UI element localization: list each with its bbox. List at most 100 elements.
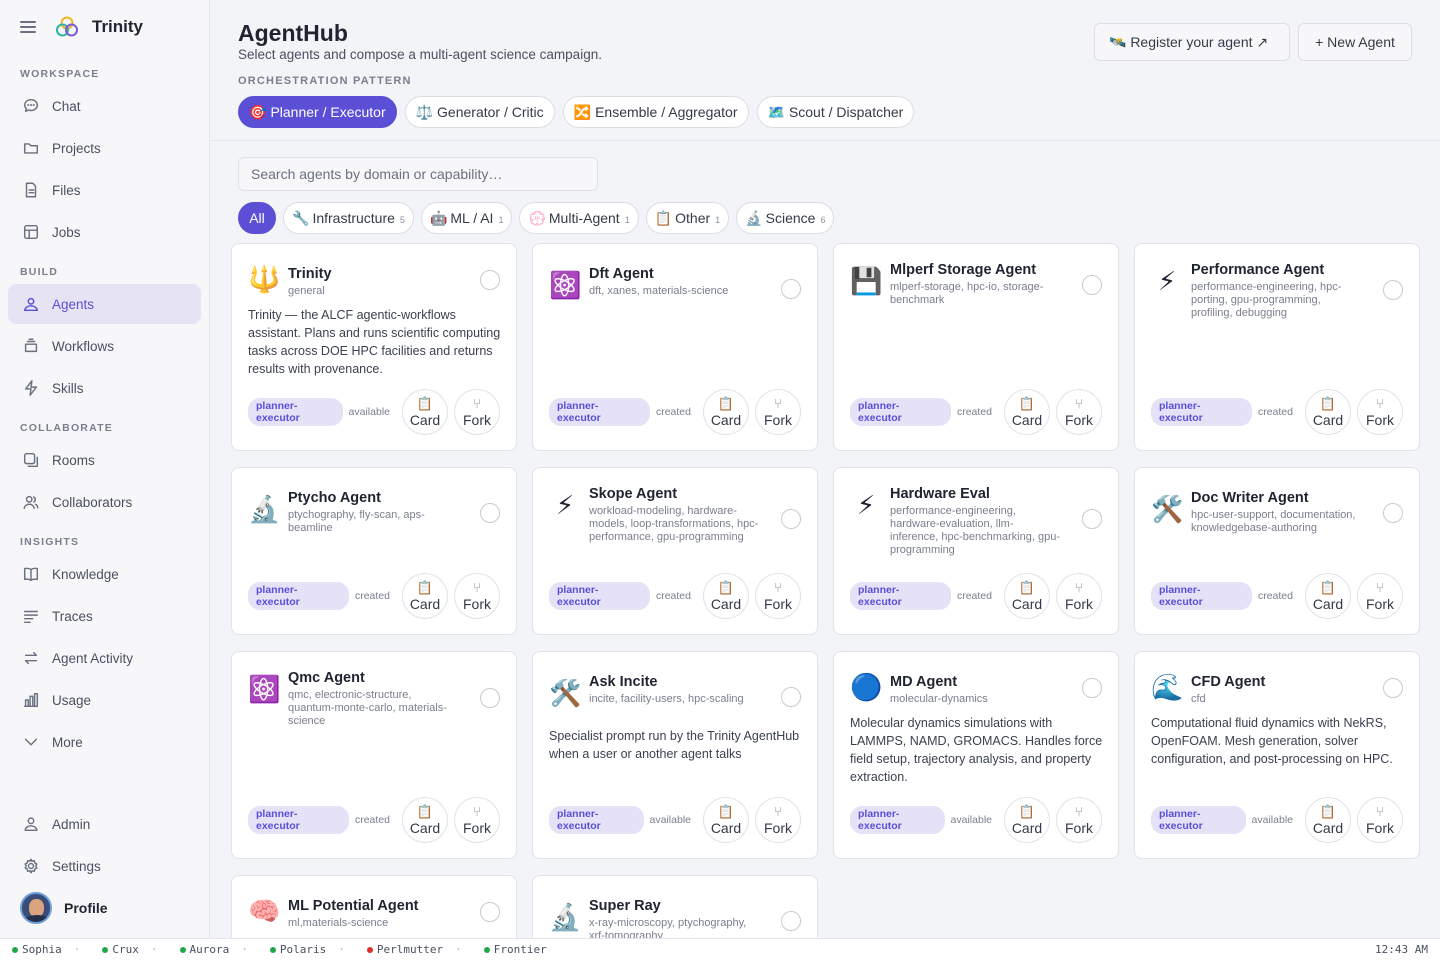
fork-button[interactable]: ⑂ Fork [755, 573, 801, 619]
system-status-crux[interactable]: Crux [102, 943, 139, 956]
agent-card[interactable]: ⚛️ Dft Agent dft, xanes, materials-science… [532, 243, 818, 451]
menu-icon[interactable] [20, 21, 36, 33]
sidebar-item-files[interactable]: Files [8, 170, 201, 210]
agent-card[interactable]: 🧠 ML Potential Agent ml,materials-science [231, 875, 517, 938]
agent-card[interactable]: ⚛️ Qmc Agent qmc, electronic-structure, qu… [231, 651, 517, 859]
sidebar-item-jobs[interactable]: Jobs [8, 212, 201, 252]
system-status-polaris[interactable]: Polaris [269, 943, 326, 956]
agent-status: available [348, 406, 390, 418]
sidebar-item-workflows[interactable]: Workflows [8, 326, 201, 366]
pattern-planner-executor[interactable]: 🎯 Planner / Executor [238, 96, 397, 128]
sidebar-item-settings[interactable]: Settings [8, 846, 201, 886]
sidebar-item-agent-activity[interactable]: Agent Activity [8, 638, 201, 678]
pattern-scout-dispatcher[interactable]: 🗺️ Scout / Dispatcher [756, 96, 915, 128]
card-button[interactable]: 📋 Card [1004, 573, 1050, 619]
system-status-aurora[interactable]: Aurora [179, 943, 229, 956]
fork-button[interactable]: ⑂ Fork [454, 573, 500, 619]
agent-tags: performance-engineering, hpc-porting, gp… [1191, 281, 1342, 319]
filter-other[interactable]: 📋 Other 1 [645, 202, 730, 234]
agent-card[interactable]: ⚡ Hardware Eval performance-engineering, h… [833, 467, 1119, 635]
agent-select-radio[interactable] [781, 687, 801, 707]
card-button[interactable]: 📋 Card [402, 797, 448, 843]
agent-select-radio[interactable] [1383, 503, 1403, 523]
agent-card[interactable]: 🔬 Super Ray x-ray-microscopy, ptychography… [532, 875, 818, 938]
card-button[interactable]: 📋 Card [703, 389, 749, 435]
fork-button[interactable]: ⑂ Fork [454, 389, 500, 435]
sidebar-item-label: Settings [52, 858, 101, 874]
agent-status: created [956, 406, 992, 418]
fork-icon: ⑂ [473, 803, 481, 819]
sidebar-item-collaborators[interactable]: Collaborators [8, 482, 201, 522]
card-button[interactable]: 📋 Card [1305, 389, 1351, 435]
fork-button[interactable]: ⑂ Fork [755, 389, 801, 435]
agent-select-radio[interactable] [480, 270, 500, 290]
sidebar-item-rooms[interactable]: Rooms [8, 440, 201, 480]
fork-button[interactable]: ⑂ Fork [1056, 797, 1102, 843]
filter-infrastructure[interactable]: 🔧 Infrastructure 5 [283, 202, 414, 234]
agent-select-radio[interactable] [781, 911, 801, 931]
filter-science[interactable]: 🔬 Science 6 [736, 202, 835, 234]
agent-card[interactable]: ⚡ Performance Agent performance-engineerin… [1134, 243, 1420, 451]
agent-select-radio[interactable] [1082, 678, 1102, 698]
new-agent-button[interactable]: + New Agent [1298, 23, 1412, 61]
agent-card[interactable]: 🛠️ Ask Incite incite, facility-users, hpc-… [532, 651, 818, 859]
status-dot [12, 946, 18, 953]
agent-select-radio[interactable] [781, 279, 801, 299]
register-agent-button[interactable]: 🛰️ Register your agent ↗ [1094, 23, 1290, 61]
pattern-ensemble-aggregator[interactable]: 🔀 Ensemble / Aggregator [562, 96, 749, 128]
agent-select-radio[interactable] [781, 509, 801, 529]
filter-all[interactable]: All [238, 202, 276, 234]
agent-select-radio[interactable] [1082, 275, 1102, 295]
fork-button[interactable]: ⑂ Fork [1056, 389, 1102, 435]
fork-button[interactable]: ⑂ Fork [454, 797, 500, 843]
sidebar-item-knowledge[interactable]: Knowledge [8, 554, 201, 594]
system-status-perlmutter[interactable]: Perlmutter [366, 943, 443, 956]
card-button[interactable]: 📋 Card [1004, 389, 1050, 435]
agent-select-radio[interactable] [480, 503, 500, 523]
agent-card[interactable]: 🛠️ Doc Writer Agent hpc-user-support, docu… [1134, 467, 1420, 635]
fork-button[interactable]: ⑂ Fork [1056, 573, 1102, 619]
agent-card[interactable]: ⚡ Skope Agent workload-modeling, hardware-… [532, 467, 818, 635]
card-button[interactable]: 📋 Card [703, 573, 749, 619]
system-status-sophia[interactable]: Sophia [12, 943, 62, 956]
agent-card[interactable]: 💾 Mlperf Storage Agent mlperf-storage, hpc… [833, 243, 1119, 451]
agent-card[interactable]: 🔱 Trinity general Trinity — the ALCF agenti… [231, 243, 517, 451]
pattern-generator-critic[interactable]: ⚖️ Generator / Critic [404, 96, 555, 128]
card-button[interactable]: 📋 Card [402, 573, 448, 619]
sidebar-item-usage[interactable]: Usage [8, 680, 201, 720]
card-button[interactable]: 📋 Card [1305, 573, 1351, 619]
sidebar-item-projects[interactable]: Projects [8, 128, 201, 168]
sidebar-item-admin[interactable]: Admin [8, 804, 201, 844]
fork-button[interactable]: ⑂ Fork [755, 797, 801, 843]
bar-chart-icon [22, 691, 40, 709]
system-status-frontier[interactable]: Frontier [483, 943, 547, 956]
card-button[interactable]: 📋 Card [1004, 797, 1050, 843]
card-button[interactable]: 📋 Card [402, 389, 448, 435]
search-input[interactable] [238, 157, 598, 191]
profile-link[interactable]: Profile [20, 892, 108, 924]
agent-select-radio[interactable] [480, 688, 500, 708]
agent-select-radio[interactable] [1383, 678, 1403, 698]
agent-card[interactable]: 🌊 CFD Agent cfd Computational fluid dynamic… [1134, 651, 1420, 859]
agent-tags: molecular-dynamics [890, 693, 988, 705]
filter-multi-agent[interactable]: 💮 Multi-Agent 1 [519, 202, 639, 234]
sidebar-item-agents[interactable]: Agents [8, 284, 201, 324]
fork-button[interactable]: ⑂ Fork [1357, 797, 1403, 843]
agent-card[interactable]: 🔵 MD Agent molecular-dynamics Molecular dyn… [833, 651, 1119, 859]
fork-button-label: Fork [764, 595, 792, 612]
agent-tags: dft, xanes, materials-science [589, 285, 729, 297]
agent-select-radio[interactable] [480, 902, 500, 922]
sidebar-item-traces[interactable]: Traces [8, 596, 201, 636]
fork-button[interactable]: ⑂ Fork [1357, 573, 1403, 619]
sidebar-item-skills[interactable]: Skills [8, 368, 201, 408]
fork-button[interactable]: ⑂ Fork [1357, 389, 1403, 435]
sidebar-item-more[interactable]: More [8, 722, 201, 762]
agent-card[interactable]: 🔬 Ptycho Agent ptychography, fly-scan, aps… [231, 467, 517, 635]
sidebar-item-chat[interactable]: Chat [8, 86, 201, 126]
agent-select-radio[interactable] [1383, 280, 1403, 300]
card-button[interactable]: 📋 Card [703, 797, 749, 843]
filter-ml-ai[interactable]: 🤖 ML / AI 1 [420, 202, 513, 234]
card-button[interactable]: 📋 Card [1305, 797, 1351, 843]
agent-select-radio[interactable] [1082, 509, 1102, 529]
agent-grid: 🔱 Trinity general Trinity — the ALCF agenti… [231, 243, 1420, 938]
